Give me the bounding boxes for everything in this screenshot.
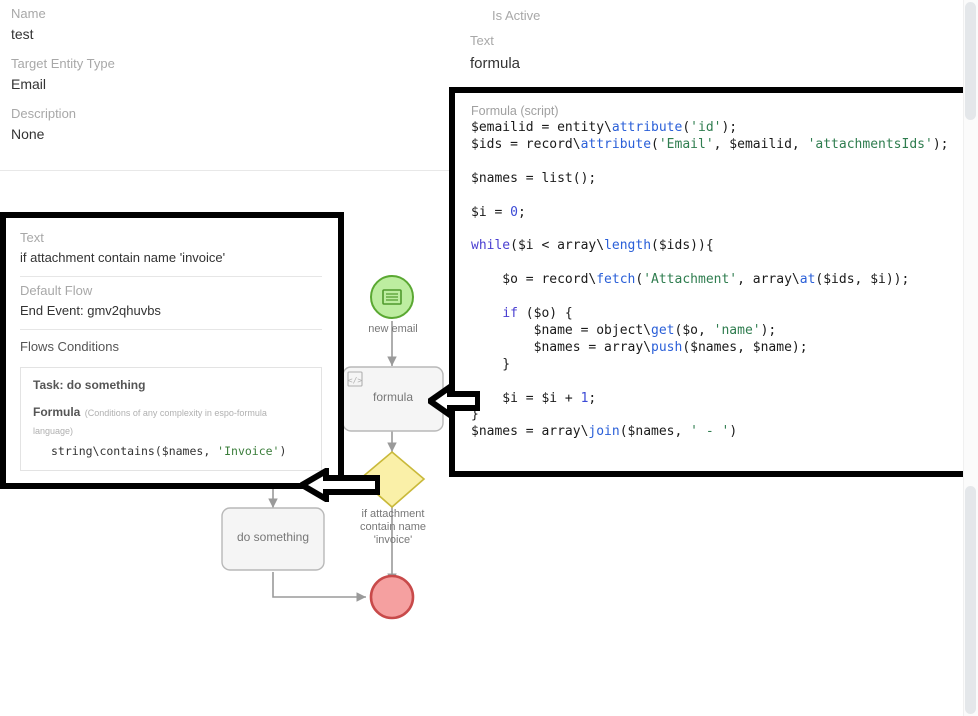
popover-default-flow-field: Default Flow End Event: gmv2qhuvbs <box>20 277 322 329</box>
field-name-value: test <box>11 26 34 42</box>
flow-condition-card: Task: do something Formula (Conditions o… <box>20 367 322 471</box>
popover-flows-conditions-title: Flows Conditions <box>20 339 119 354</box>
bpmn-node-gateway[interactable] <box>358 450 426 509</box>
flow-condition-formula-label: Formula <box>33 405 81 419</box>
field-target-entity-type-value: Email <box>11 76 47 92</box>
field-name: Name test <box>11 6 331 43</box>
popover-default-flow-value: End Event: gmv2qhuvbs <box>20 303 161 318</box>
page-scrollbar[interactable] <box>963 0 978 716</box>
flow-conditions-popover: Text if attachment contain name 'invoice… <box>6 214 336 486</box>
bpmn-label-gateway: if attachment contain name 'invoice' <box>359 508 427 546</box>
field-text-label: Text <box>470 33 494 48</box>
bpmn-node-end-event[interactable] <box>369 574 415 620</box>
scrollbar-thumb-top[interactable] <box>965 2 976 120</box>
flow-condition-task-title: Task: do something <box>33 378 146 392</box>
field-target-entity-type: Target Entity Type Email <box>11 56 331 93</box>
field-name-label: Name <box>11 6 46 21</box>
popover-text-field: Text if attachment contain name 'invoice… <box>20 224 322 276</box>
flow-condition-formula-header: Formula (Conditions of any complexity in… <box>33 403 309 439</box>
popover-default-flow-label: Default Flow <box>20 283 93 298</box>
field-description-value: None <box>11 126 45 142</box>
code-suffix: ) <box>279 444 287 458</box>
popover-text-label: Text <box>20 230 44 245</box>
formula-script-code: $emailid = entity\attribute('id'); $ids … <box>471 120 949 440</box>
field-description: Description None <box>11 106 331 143</box>
record-detail-left: Name test Target Entity Type Email Descr… <box>11 6 331 156</box>
popover-text-value: if attachment contain name 'invoice' <box>20 250 226 265</box>
field-target-entity-type-label: Target Entity Type <box>11 56 115 71</box>
connector-task-to-end <box>272 572 366 602</box>
field-text-value: formula <box>470 55 521 72</box>
formula-script-title: Formula (script) <box>471 104 559 118</box>
scrollbar-thumb-bottom[interactable] <box>965 486 976 714</box>
bpmn-label-formula-task: formula <box>372 390 413 404</box>
formula-script-popover: Formula (script) $emailid = entity\attri… <box>455 92 969 472</box>
bpmn-label-start-event: new email <box>368 323 418 335</box>
bpmn-label-do-something: do something <box>236 530 310 544</box>
code-prefix: string\contains($names, <box>51 444 218 458</box>
field-is-active-label: Is Active <box>492 8 541 23</box>
field-description-label: Description <box>11 106 77 121</box>
svg-text:</>: </> <box>348 376 363 385</box>
code-string-literal: 'Invoice' <box>217 444 280 458</box>
bpmn-node-start-event[interactable] <box>370 275 414 319</box>
flow-condition-code: string\contains($names, 'Invoice') <box>33 444 309 458</box>
